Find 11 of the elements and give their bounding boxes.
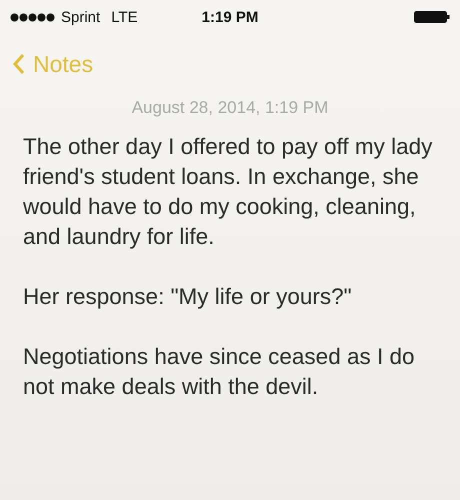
network-type: LTE: [111, 8, 138, 26]
signal-icon: [10, 12, 56, 22]
chevron-left-icon: [12, 53, 25, 75]
note-paragraph: Her response: "My life or yours?": [23, 283, 353, 311]
battery-icon: [414, 11, 450, 23]
carrier-name: Sprint: [61, 8, 100, 26]
status-time: 1:19 PM: [202, 8, 258, 26]
note-paragraph: The other day I offered to pay off my lady friend's student loans. In exchange, she would have to do my cooking, cleaning, and laundry for life.: [23, 133, 434, 251]
note-date: August 28, 2014, 1:19 PM: [130, 98, 330, 118]
note-paragraph: Negotiations have since ceased as I do not make deals with the devil.: [23, 343, 416, 401]
back-button[interactable]: Notes: [12, 50, 94, 78]
